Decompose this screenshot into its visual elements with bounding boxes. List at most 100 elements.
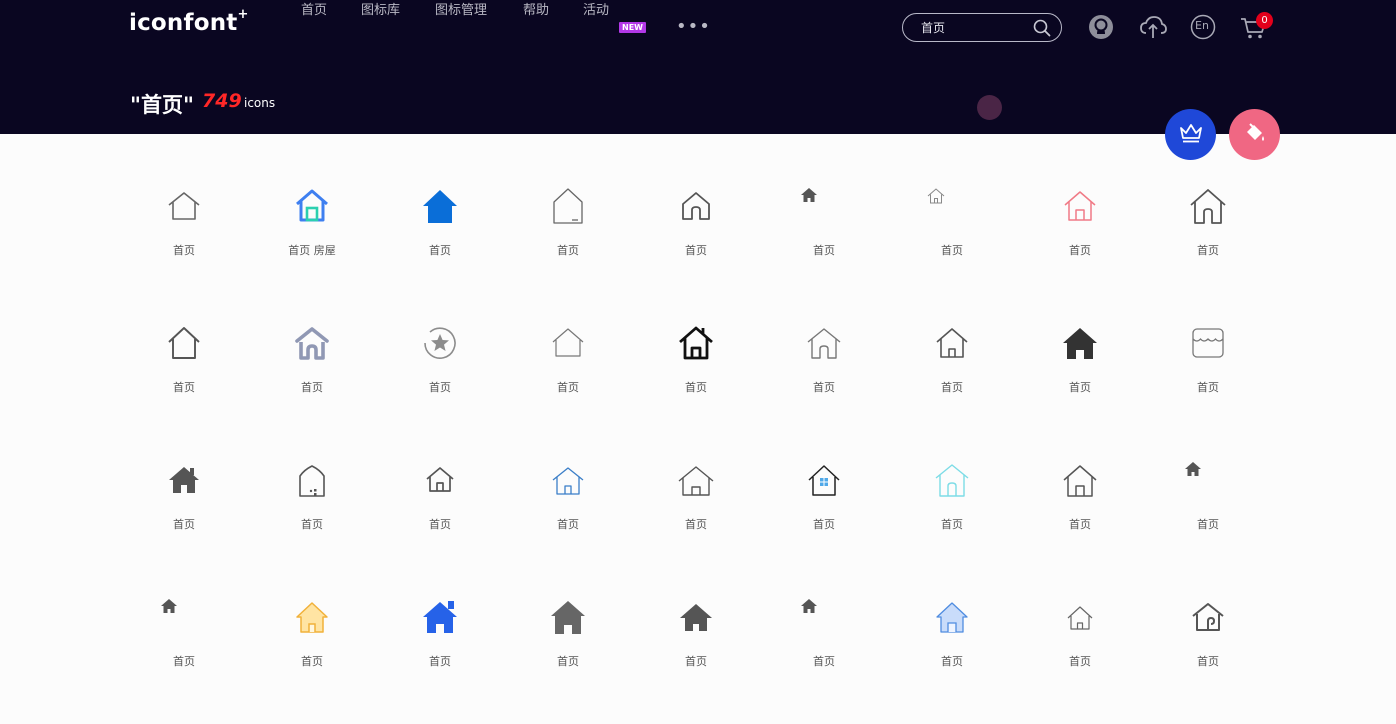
icon-card[interactable]: 首页: [760, 587, 888, 724]
github-icon[interactable]: [1088, 14, 1114, 44]
icon-card[interactable]: 首页: [760, 176, 888, 313]
icon-label: 首页: [941, 518, 963, 531]
language-en-icon[interactable]: En: [1190, 14, 1216, 44]
icon-label: 首页: [557, 381, 579, 394]
icon-card[interactable]: 首页: [248, 313, 376, 450]
home-door-outline-icon: [1062, 462, 1098, 498]
icon-card[interactable]: 首页: [248, 587, 376, 724]
icon-label: 首页: [173, 655, 195, 668]
logo-mark: +: [237, 7, 249, 23]
home-small-filled-icon: [800, 186, 836, 222]
home-cyan-outline-icon: [934, 462, 970, 498]
nav-home[interactable]: 首页: [301, 0, 327, 22]
icon-card[interactable]: 首页 房屋: [248, 176, 376, 313]
icon-label: 首页: [941, 244, 963, 257]
search-icon[interactable]: [1033, 19, 1051, 41]
home-outline-icon: [166, 188, 202, 224]
home-filled-blue-chimney-icon: [422, 599, 458, 635]
icon-card[interactable]: 首页: [760, 450, 888, 587]
icon-card[interactable]: 首页: [248, 450, 376, 587]
icon-card[interactable]: 首页: [504, 176, 632, 313]
home-lightblue-icon: [934, 599, 970, 635]
new-badge: NEW: [619, 22, 646, 33]
icon-card[interactable]: 首页: [120, 176, 248, 313]
crown-button[interactable]: [1165, 109, 1216, 160]
upload-icon[interactable]: [1139, 14, 1167, 44]
icon-card[interactable]: 首页: [1016, 587, 1144, 724]
icon-card[interactable]: 首页: [376, 587, 504, 724]
icon-card[interactable]: 首页: [1144, 176, 1272, 313]
cart-count-badge: 0: [1256, 12, 1273, 29]
icon-card[interactable]: 首页: [888, 587, 1016, 724]
home-filled-blue-icon: [422, 188, 458, 224]
home-filled-chimney-icon: [166, 462, 202, 498]
icon-label: 首页: [1197, 244, 1219, 257]
icon-card[interactable]: 首页: [888, 450, 1016, 587]
icon-card[interactable]: 首页: [120, 587, 248, 724]
icon-label: 首页: [941, 655, 963, 668]
home-window-icon: [806, 462, 842, 498]
icon-card[interactable]: 首页: [888, 176, 1016, 313]
icon-card[interactable]: 首页: [1144, 313, 1272, 450]
icon-label: 首页: [813, 381, 835, 394]
home-tall-outline-icon: [550, 188, 586, 224]
icon-label: 首页: [557, 244, 579, 257]
icon-label: 首页: [173, 244, 195, 257]
icon-card[interactable]: 首页: [888, 313, 1016, 450]
icon-label: 首页: [1197, 518, 1219, 531]
icon-label: 首页: [429, 518, 451, 531]
paint-button[interactable]: [1229, 109, 1280, 160]
icon-card[interactable]: 首页: [504, 587, 632, 724]
icon-card[interactable]: 首页: [504, 450, 632, 587]
icon-card[interactable]: 首页: [376, 313, 504, 450]
icon-card[interactable]: 首页: [1144, 450, 1272, 587]
home-arch-outline-icon: [806, 325, 842, 361]
icon-label: 首页: [685, 381, 707, 394]
icon-card[interactable]: 首页: [120, 450, 248, 587]
home-arch-gray-icon: [294, 325, 330, 361]
icon-card[interactable]: 首页: [376, 450, 504, 587]
home-small-filled-icon: [1184, 460, 1220, 496]
icon-card[interactable]: 首页: [632, 587, 760, 724]
icon-card[interactable]: 首页: [1016, 313, 1144, 450]
nav-activity[interactable]: 活动: [583, 0, 609, 22]
home-pink-outline-icon: [1062, 188, 1098, 224]
home-tiny-outline-icon: [1062, 599, 1098, 635]
home-large-outline-icon: [1190, 188, 1226, 224]
icon-label: 首页: [1069, 244, 1091, 257]
icon-card[interactable]: 首页: [760, 313, 888, 450]
icon-label: 首页: [813, 244, 835, 257]
home-swirl-outline-icon: [1190, 599, 1226, 635]
logo[interactable]: iconfont+: [129, 7, 249, 36]
home-rounded-outline-icon: [678, 188, 714, 224]
icon-card[interactable]: 首页: [1016, 176, 1144, 313]
nav-help[interactable]: 帮助: [523, 0, 549, 22]
home-bold-outline-icon: [678, 325, 714, 361]
icon-label: 首页: [301, 381, 323, 394]
icon-label: 首页: [685, 244, 707, 257]
home-arched-outline-icon: [294, 462, 330, 498]
nav-icon-management[interactable]: 图标管理: [435, 0, 487, 22]
search-box[interactable]: [902, 13, 1062, 42]
icon-label: 首页: [685, 518, 707, 531]
search-input[interactable]: [919, 18, 1029, 37]
icon-label: 首页: [557, 518, 579, 531]
icon-card[interactable]: 首页: [632, 176, 760, 313]
icon-card[interactable]: 首页: [1016, 450, 1144, 587]
icon-card[interactable]: 首页: [632, 313, 760, 450]
home-blue-outline-icon: [550, 462, 586, 498]
result-unit: icons: [244, 96, 276, 110]
icon-label: 首页 房屋: [288, 244, 336, 257]
icon-card[interactable]: 首页: [1144, 587, 1272, 724]
icon-card[interactable]: 首页: [376, 176, 504, 313]
logo-text: iconfont: [129, 10, 238, 36]
icon-label: 首页: [813, 518, 835, 531]
home-small-filled-icon: [160, 597, 196, 633]
icon-label: 首页: [173, 381, 195, 394]
home-small-outline-icon: [927, 187, 963, 223]
icon-card[interactable]: 首页: [120, 313, 248, 450]
more-dots-icon[interactable]: •••: [676, 18, 711, 36]
icon-card[interactable]: 首页: [504, 313, 632, 450]
nav-icon-library[interactable]: 图标库: [361, 0, 400, 22]
icon-card[interactable]: 首页: [632, 450, 760, 587]
